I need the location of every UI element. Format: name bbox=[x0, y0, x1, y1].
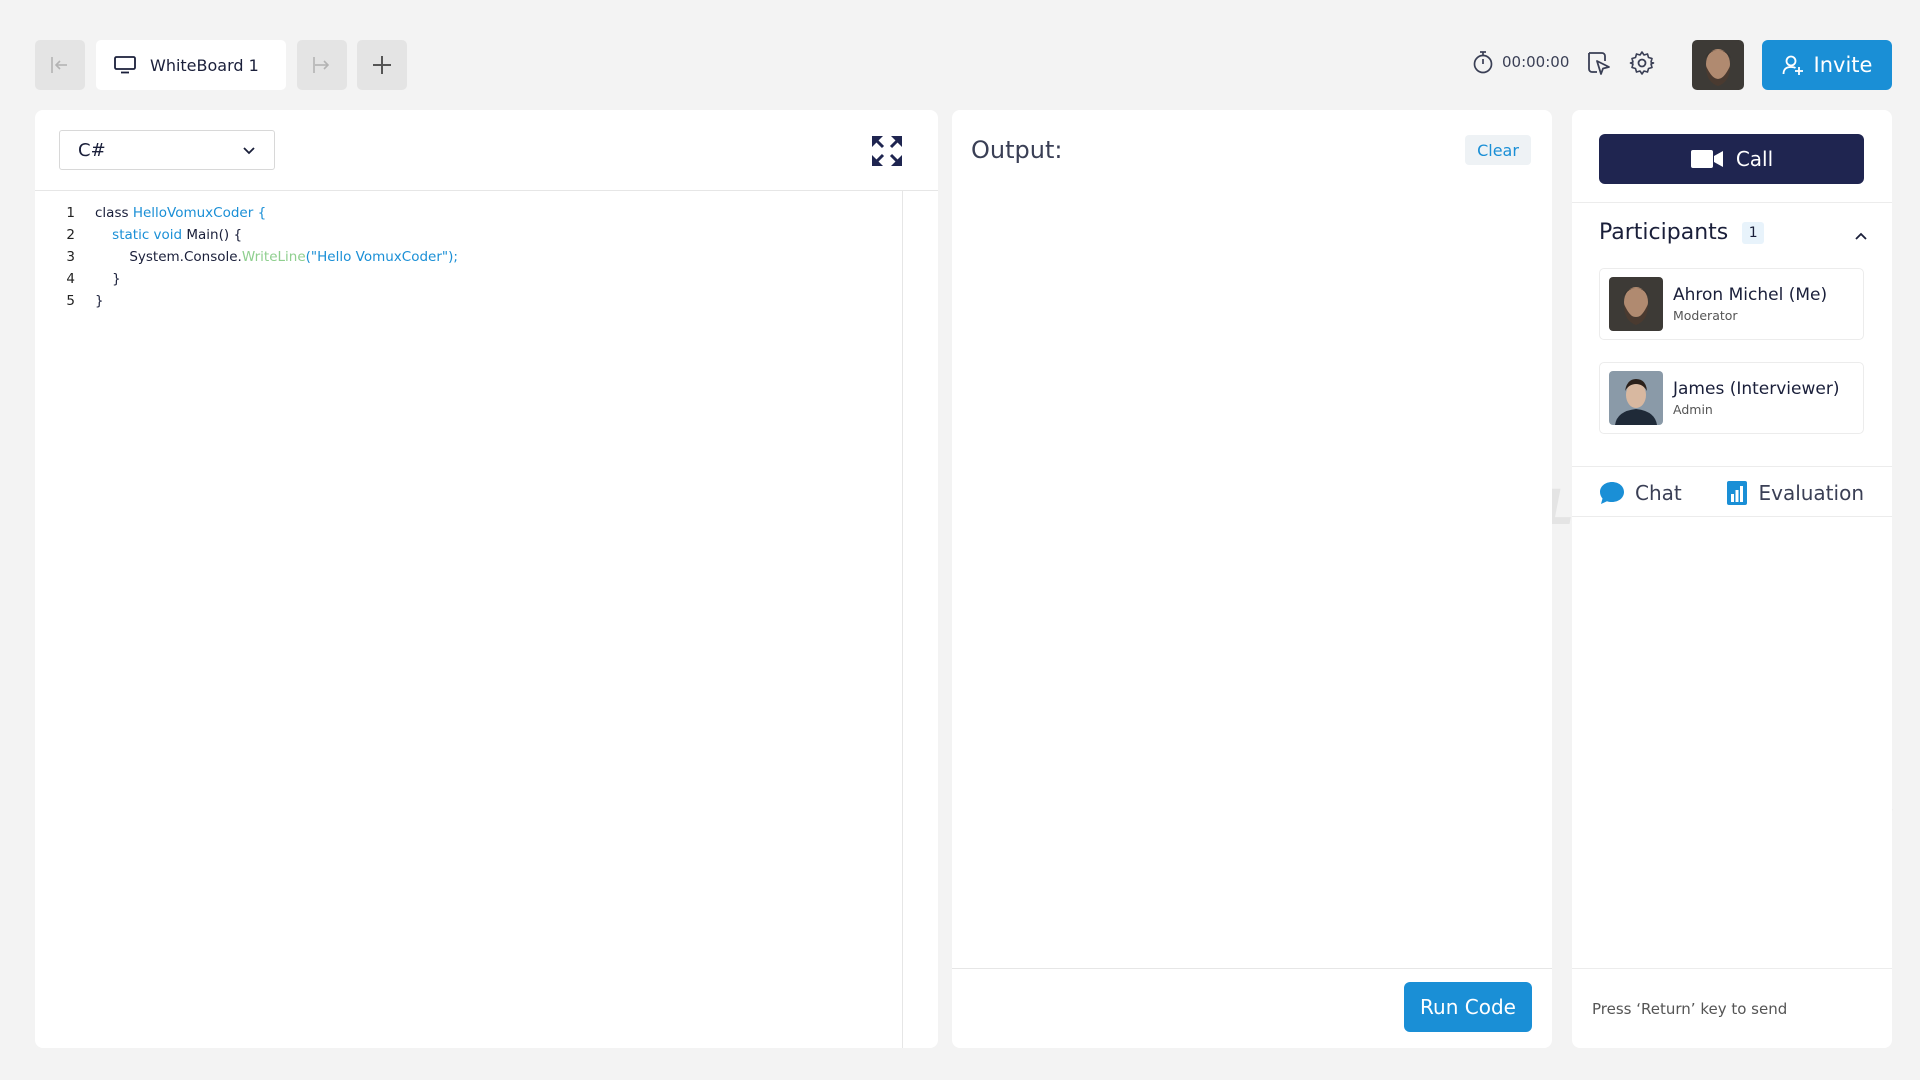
add-user-icon bbox=[1782, 55, 1803, 75]
line-number: 1 bbox=[66, 205, 75, 221]
session-timer: 00:00:00 bbox=[1472, 50, 1569, 74]
code-line: 4 } bbox=[35, 268, 458, 290]
line-number: 2 bbox=[66, 227, 75, 243]
participant-role: Admin bbox=[1673, 402, 1713, 417]
code-text: class HelloVomuxCoder { bbox=[95, 205, 267, 221]
code-line: 1 class HelloVomuxCoder { bbox=[35, 202, 458, 224]
fullscreen-button[interactable] bbox=[870, 134, 904, 168]
clear-button[interactable]: Clear bbox=[1465, 135, 1531, 165]
participants-title: Participants bbox=[1599, 220, 1729, 245]
code-editor-panel: C# 1 class HelloVomuxCoder {2 static vo… bbox=[35, 110, 938, 1048]
side-tabs: Chat Evaluation bbox=[1599, 480, 1864, 506]
call-button[interactable]: Call bbox=[1599, 134, 1864, 184]
participant-card[interactable]: Ahron Michel (Me) Moderator bbox=[1599, 268, 1864, 340]
tab-chat[interactable]: Chat bbox=[1599, 480, 1682, 506]
run-code-button[interactable]: Run Code bbox=[1404, 982, 1532, 1032]
participants-count-badge: 1 bbox=[1742, 221, 1765, 244]
divider bbox=[1572, 516, 1892, 517]
video-camera-icon bbox=[1690, 150, 1723, 168]
participants-header: Participants 1 bbox=[1599, 220, 1765, 245]
code-text: } bbox=[95, 293, 104, 309]
edit-pointer-button[interactable] bbox=[1586, 50, 1612, 80]
tab-whiteboard[interactable]: WhiteBoard 1 bbox=[96, 40, 286, 90]
fullscreen-icon bbox=[872, 136, 902, 166]
avatar-photo-icon bbox=[1609, 277, 1663, 331]
collapse-participants-button[interactable] bbox=[1854, 226, 1868, 245]
edit-cursor-icon bbox=[1588, 52, 1610, 75]
next-board-button[interactable] bbox=[297, 40, 347, 90]
invite-button[interactable]: Invite bbox=[1762, 40, 1892, 90]
code-area[interactable]: 1 class HelloVomuxCoder { 2 static void … bbox=[35, 202, 458, 312]
output-panel: Output: Clear Run Code bbox=[952, 110, 1552, 1048]
language-select[interactable]: C# bbox=[59, 130, 275, 170]
tab-evaluation[interactable]: Evaluation bbox=[1726, 480, 1864, 506]
divider bbox=[35, 190, 938, 191]
tab-label: WhiteBoard 1 bbox=[150, 55, 259, 75]
tab-chat-label: Chat bbox=[1635, 481, 1682, 505]
divider bbox=[1572, 466, 1892, 467]
language-value: C# bbox=[78, 139, 106, 161]
divider bbox=[952, 968, 1552, 969]
tab-evaluation-label: Evaluation bbox=[1758, 481, 1864, 505]
divider bbox=[1572, 202, 1892, 203]
divider bbox=[902, 191, 903, 1048]
code-text: System.Console.WriteLine("Hello VomuxCod… bbox=[95, 249, 458, 265]
code-line: 5 } bbox=[35, 290, 458, 312]
avatar-photo-icon bbox=[1609, 371, 1663, 425]
code-text: static void Main() { bbox=[112, 227, 243, 243]
chevron-down-icon bbox=[243, 146, 255, 154]
gear-icon bbox=[1629, 51, 1655, 75]
code-line: 2 static void Main() { bbox=[35, 224, 458, 246]
plus-icon bbox=[373, 56, 391, 74]
code-text: } bbox=[95, 271, 121, 287]
arrow-right-bar-icon bbox=[313, 57, 330, 73]
line-number: 4 bbox=[66, 271, 75, 287]
settings-button[interactable] bbox=[1629, 50, 1655, 80]
call-label: Call bbox=[1735, 147, 1774, 171]
line-number: 5 bbox=[66, 293, 75, 309]
add-board-button[interactable] bbox=[357, 40, 407, 90]
side-panel: Call Participants 1 Ahron Michel (Me) Mo… bbox=[1572, 110, 1892, 1048]
avatar-photo-icon bbox=[1692, 40, 1744, 90]
previous-board-button[interactable] bbox=[35, 40, 85, 90]
monitor-icon bbox=[114, 56, 136, 74]
code-line: 3 System.Console.WriteLine("Hello VomuxC… bbox=[35, 246, 458, 268]
stopwatch-icon bbox=[1473, 51, 1493, 74]
arrow-left-bar-icon bbox=[51, 57, 67, 73]
participant-role: Moderator bbox=[1673, 308, 1738, 323]
avatar bbox=[1609, 277, 1663, 331]
bar-chart-icon bbox=[1727, 481, 1748, 505]
user-avatar[interactable] bbox=[1692, 40, 1744, 90]
output-title: Output: bbox=[971, 136, 1063, 164]
invite-label: Invite bbox=[1813, 53, 1873, 77]
chevron-up-icon bbox=[1855, 232, 1867, 240]
chat-bubble-icon bbox=[1600, 482, 1624, 504]
chat-message-input[interactable] bbox=[1572, 969, 1892, 1048]
timer-value: 00:00:00 bbox=[1502, 53, 1570, 71]
participant-name: Ahron Michel (Me) bbox=[1673, 285, 1828, 305]
participant-card[interactable]: James (Interviewer) Admin bbox=[1599, 362, 1864, 434]
avatar bbox=[1609, 371, 1663, 425]
line-number: 3 bbox=[66, 249, 75, 265]
participant-name: James (Interviewer) bbox=[1673, 379, 1840, 399]
